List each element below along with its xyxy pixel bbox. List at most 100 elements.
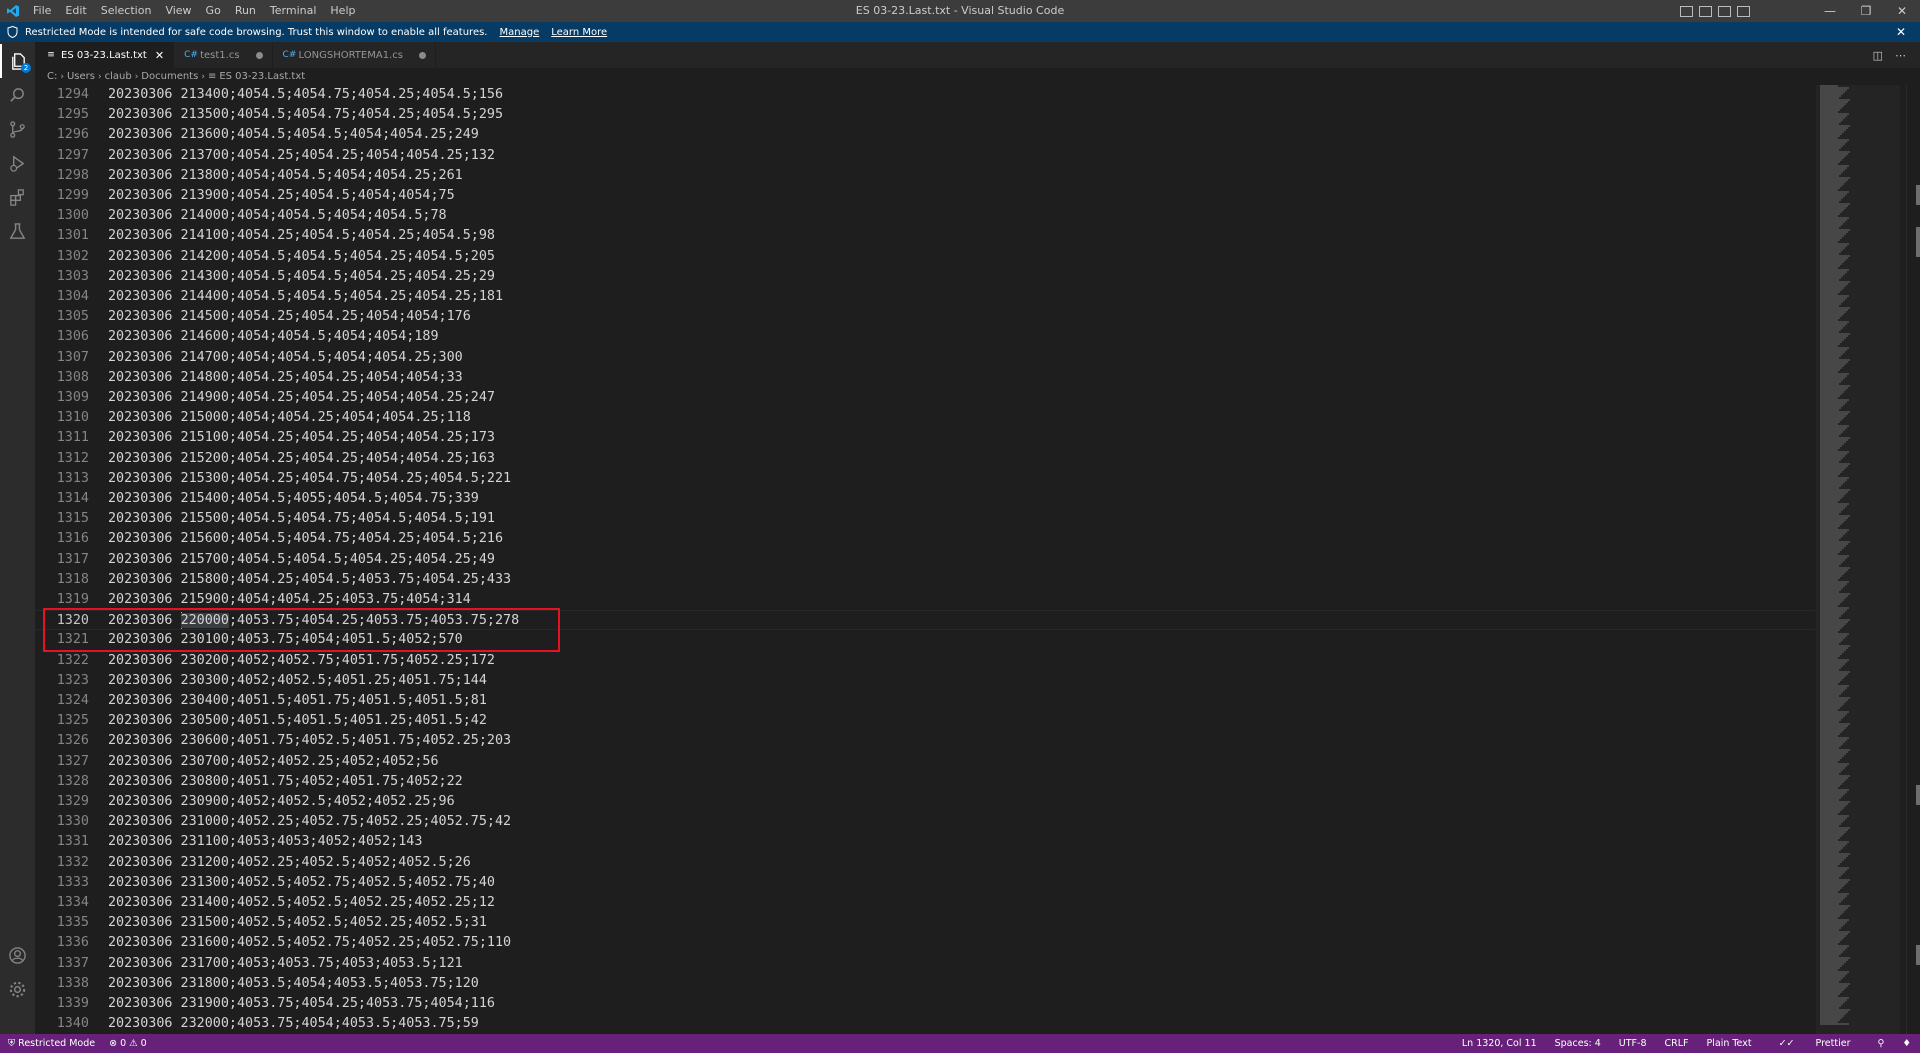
minimize-icon[interactable]: — xyxy=(1812,0,1848,22)
breadcrumb-file[interactable]: ES 03-23.Last.txt xyxy=(219,71,305,82)
breadcrumb-users[interactable]: Users xyxy=(67,71,95,82)
vertical-scrollbar[interactable] xyxy=(1906,85,1920,1034)
restore-icon[interactable]: ❐ xyxy=(1848,0,1884,22)
restricted-mode-status[interactable]: ⛨ Restricted Mode xyxy=(0,1034,104,1053)
menu-go[interactable]: Go xyxy=(199,0,228,22)
editor-line[interactable]: 1323 20230306 230300;4052;4052.5;4051.25;… xyxy=(35,671,1815,691)
line-text[interactable]: 20230306 215400;4054.5;4055;4054.5;4054.… xyxy=(108,489,479,509)
menu-file[interactable]: File xyxy=(26,0,58,22)
editor-line[interactable]: 1325 20230306 230500;4051.5;4051.5;4051.2… xyxy=(35,711,1815,731)
editor-line[interactable]: 1294 20230306 213400;4054.5;4054.75;4054.… xyxy=(35,85,1815,105)
line-text[interactable]: 20230306 231500;4052.5;4052.5;4052.25;40… xyxy=(108,913,487,933)
unsaved-dot-icon[interactable] xyxy=(255,51,263,59)
editor-line[interactable]: 1336 20230306 231600;4052.5;4052.75;4052.… xyxy=(35,933,1815,953)
line-text[interactable]: 20230306 230800;4051.75;4052;4051.75;405… xyxy=(108,772,463,792)
line-text[interactable]: 20230306 231700;4053;4053.75;4053;4053.5… xyxy=(108,954,463,974)
line-text[interactable]: 20230306 213600;4054.5;4054.5;4054;4054.… xyxy=(108,125,479,145)
manage-gear-icon[interactable] xyxy=(0,972,35,1006)
menu-help[interactable]: Help xyxy=(323,0,362,22)
learn-more-link[interactable]: Learn More xyxy=(551,27,607,38)
scrollbar-thumb[interactable] xyxy=(1916,185,1920,205)
editor-line[interactable]: 1311 20230306 215100;4054.25;4054.25;4054… xyxy=(35,428,1815,448)
line-text[interactable]: 20230306 231900;4053.75;4054.25;4053.75;… xyxy=(108,994,495,1014)
close-banner-icon[interactable]: ✕ xyxy=(1896,22,1906,42)
line-text[interactable]: 20230306 230300;4052;4052.5;4051.25;4051… xyxy=(108,671,487,691)
menu-run[interactable]: Run xyxy=(228,0,263,22)
line-text[interactable]: 20230306 231400;4052.5;4052.5;4052.25;40… xyxy=(108,893,495,913)
tab-es-03-23-last[interactable]: ≡ ES 03-23.Last.txt ✕ xyxy=(35,42,175,68)
editor-line[interactable]: 1331 20230306 231100;4053;4053;4052;4052;… xyxy=(35,832,1815,852)
more-actions-icon[interactable]: ⋯ xyxy=(1895,49,1906,62)
editor-line[interactable]: 1315 20230306 215500;4054.5;4054.75;4054.… xyxy=(35,509,1815,529)
editor-line[interactable]: 1306 20230306 214600;4054;4054.5;4054;405… xyxy=(35,327,1815,347)
line-text[interactable]: 20230306 232000;4053.75;4054;4053.5;4053… xyxy=(108,1014,479,1034)
editor-line[interactable]: 1318 20230306 215800;4054.25;4054.5;4053.… xyxy=(35,570,1815,590)
customize-layout-icon[interactable] xyxy=(1737,5,1750,17)
line-text[interactable]: 20230306 213500;4054.5;4054.75;4054.25;4… xyxy=(108,105,503,125)
editor-line[interactable]: 1328 20230306 230800;4051.75;4052;4051.75… xyxy=(35,772,1815,792)
editor-line[interactable]: 1327 20230306 230700;4052;4052.25;4052;40… xyxy=(35,752,1815,772)
breadcrumb-user[interactable]: claub xyxy=(105,71,132,82)
line-text[interactable]: 20230306 230900;4052;4052.5;4052;4052.25… xyxy=(108,792,455,812)
menu-terminal[interactable]: Terminal xyxy=(263,0,324,22)
editor-line[interactable]: 1322 20230306 230200;4052;4052.75;4051.75… xyxy=(35,651,1815,671)
editor-line[interactable]: 1309 20230306 214900;4054.25;4054.25;4054… xyxy=(35,388,1815,408)
menu-view[interactable]: View xyxy=(158,0,198,22)
editor-line[interactable]: 1300 20230306 214000;4054;4054.5;4054;405… xyxy=(35,206,1815,226)
split-editor-icon[interactable]: ◫ xyxy=(1873,49,1883,62)
menu-edit[interactable]: Edit xyxy=(58,0,93,22)
line-text[interactable]: 20230306 214900;4054.25;4054.25;4054;405… xyxy=(108,388,495,408)
breadcrumb-drive[interactable]: C: xyxy=(47,71,57,82)
editor-line[interactable]: 1307 20230306 214700;4054;4054.5;4054;405… xyxy=(35,348,1815,368)
extensions-icon[interactable] xyxy=(0,180,35,214)
line-text[interactable]: 20230306 230700;4052;4052.25;4052;4052;5… xyxy=(108,752,439,772)
testing-flask-icon[interactable] xyxy=(0,214,35,248)
editor-line[interactable]: 1308 20230306 214800;4054.25;4054.25;4054… xyxy=(35,368,1815,388)
line-text[interactable]: 20230306 231300;4052.5;4052.75;4052.5;40… xyxy=(108,873,495,893)
editor-line[interactable]: 1302 20230306 214200;4054.5;4054.5;4054.2… xyxy=(35,247,1815,267)
text-editor[interactable]: 1294 20230306 213400;4054.5;4054.75;4054.… xyxy=(35,85,1920,1034)
notifications-bell-icon[interactable]: ♦ xyxy=(1893,1038,1920,1049)
end-of-line[interactable]: CRLF xyxy=(1656,1038,1698,1049)
line-text[interactable]: 20230306 231600;4052.5;4052.75;4052.25;4… xyxy=(108,933,511,953)
line-text[interactable]: 20230306 215100;4054.25;4054.25;4054;405… xyxy=(108,428,495,448)
cursor-position[interactable]: Ln 1320, Col 11 xyxy=(1453,1038,1546,1049)
line-text[interactable]: 20230306 214700;4054;4054.5;4054;4054.25… xyxy=(108,348,463,368)
line-text[interactable]: 20230306 230200;4052;4052.75;4051.75;405… xyxy=(108,651,495,671)
editor-line[interactable]: 1296 20230306 213600;4054.5;4054.5;4054;4… xyxy=(35,125,1815,145)
line-text[interactable]: 20230306 214400;4054.5;4054.5;4054.25;40… xyxy=(108,287,503,307)
editor-line[interactable]: 1303 20230306 214300;4054.5;4054.5;4054.2… xyxy=(35,267,1815,287)
line-text[interactable]: 20230306 215900;4054;4054.25;4053.75;405… xyxy=(108,590,471,610)
line-text[interactable]: 20230306 213700;4054.25;4054.25;4054;405… xyxy=(108,146,495,166)
indentation[interactable]: Spaces: 4 xyxy=(1546,1038,1610,1049)
editor-line[interactable]: 1337 20230306 231700;4053;4053.75;4053;40… xyxy=(35,954,1815,974)
line-text[interactable]: 20230306 231800;4053.5;4054;4053.5;4053.… xyxy=(108,974,479,994)
line-text[interactable]: 20230306 215800;4054.25;4054.5;4053.75;4… xyxy=(108,570,511,590)
toggle-primary-sidebar-icon[interactable] xyxy=(1680,5,1693,17)
accounts-icon[interactable] xyxy=(0,938,35,972)
line-text[interactable]: 20230306 213400;4054.5;4054.75;4054.25;4… xyxy=(108,85,503,105)
editor-line[interactable]: 1317 20230306 215700;4054.5;4054.5;4054.2… xyxy=(35,550,1815,570)
editor-line[interactable]: 1295 20230306 213500;4054.5;4054.75;4054.… xyxy=(35,105,1815,125)
encoding[interactable]: UTF-8 xyxy=(1610,1038,1656,1049)
editor-line[interactable]: 1298 20230306 213800;4054;4054.5;4054;405… xyxy=(35,166,1815,186)
editor-line[interactable]: 1316 20230306 215600;4054.5;4054.75;4054.… xyxy=(35,529,1815,549)
line-text[interactable]: 20230306 215200;4054.25;4054.25;4054;405… xyxy=(108,449,495,469)
editor-line[interactable]: 1319 20230306 215900;4054;4054.25;4053.75… xyxy=(35,590,1815,610)
close-window-icon[interactable]: ✕ xyxy=(1884,0,1920,22)
unsaved-dot-icon[interactable] xyxy=(418,51,426,59)
line-text[interactable]: 20230306 214300;4054.5;4054.5;4054.25;40… xyxy=(108,267,495,287)
editor-line[interactable]: 1330 20230306 231000;4052.25;4052.75;4052… xyxy=(35,812,1815,832)
line-text[interactable]: 20230306 213900;4054.25;4054.5;4054;4054… xyxy=(108,186,455,206)
explorer-icon[interactable]: 2 xyxy=(0,44,35,78)
minimap[interactable] xyxy=(1820,85,1860,1034)
search-icon[interactable] xyxy=(0,78,35,112)
tab-longshortema1-cs[interactable]: C# LONGSHORTEMA1.cs xyxy=(273,42,436,68)
editor-line[interactable]: 1340 20230306 232000;4053.75;4054;4053.5;… xyxy=(35,1014,1815,1034)
editor-line[interactable]: 1305 20230306 214500;4054.25;4054.25;4054… xyxy=(35,307,1815,327)
editor-line[interactable]: 1299 20230306 213900;4054.25;4054.5;4054;… xyxy=(35,186,1815,206)
close-tab-icon[interactable]: ✕ xyxy=(155,49,164,62)
editor-line[interactable]: 1326 20230306 230600;4051.75;4052.5;4051.… xyxy=(35,731,1815,751)
manage-link[interactable]: Manage xyxy=(500,27,540,38)
line-text[interactable]: 20230306 231000;4052.25;4052.75;4052.25;… xyxy=(108,812,511,832)
